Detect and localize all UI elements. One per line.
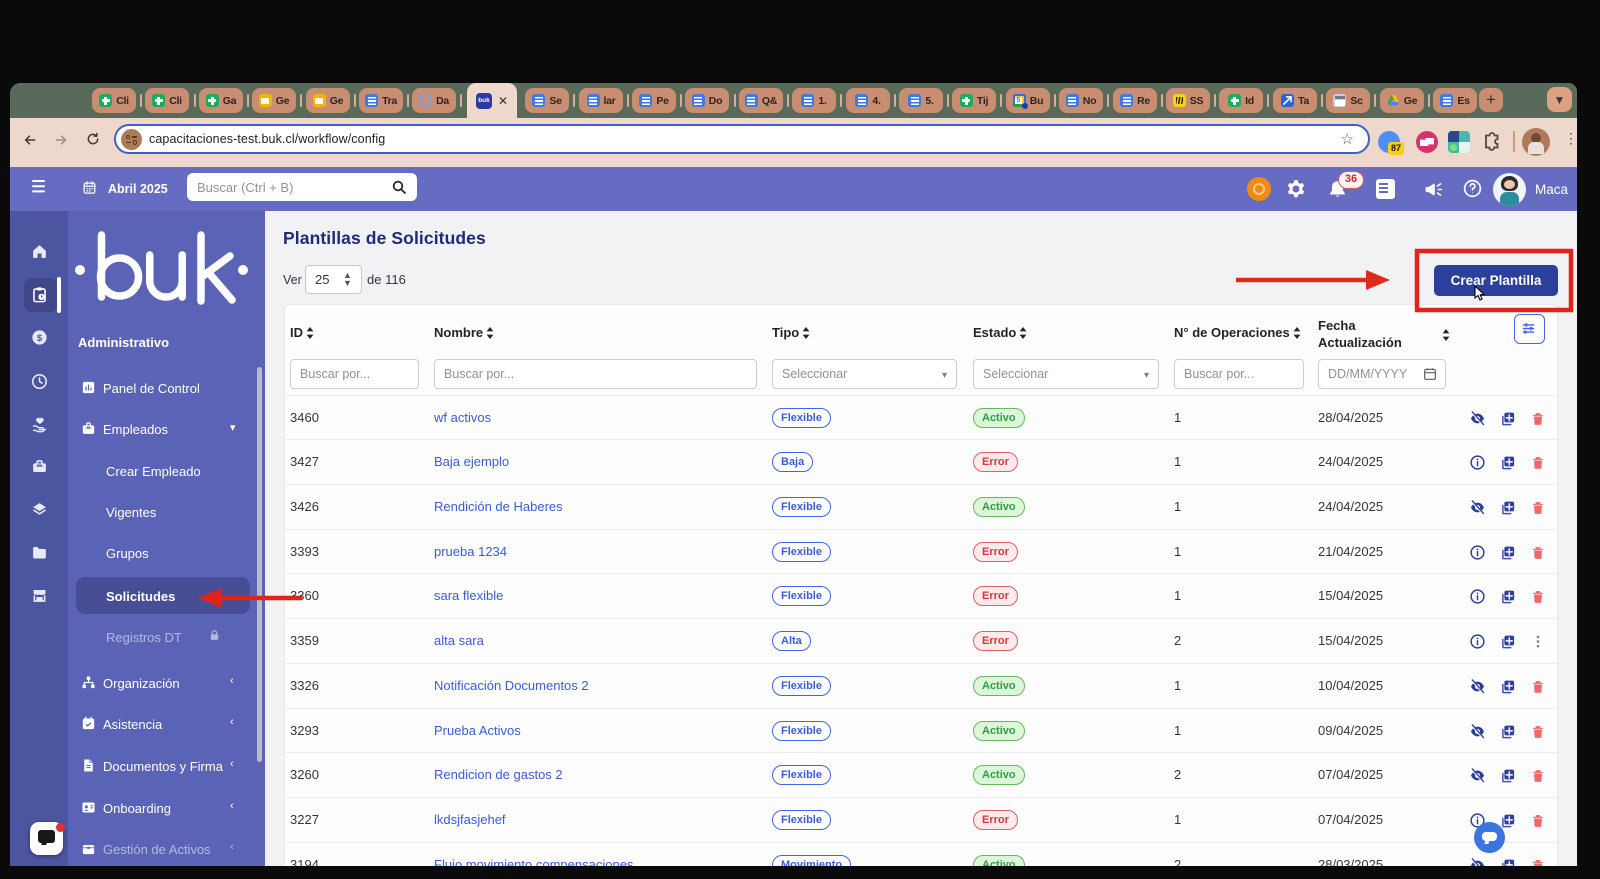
svg-text:$: $ bbox=[36, 333, 42, 344]
